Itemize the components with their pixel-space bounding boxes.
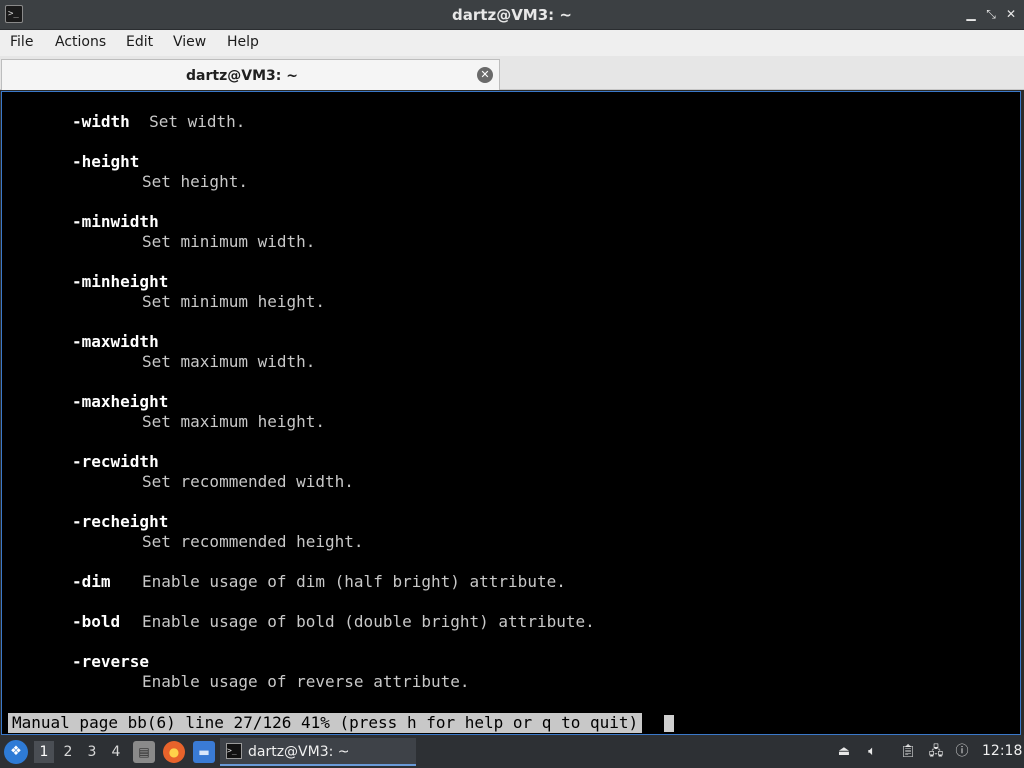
terminal-cursor [664, 715, 674, 732]
menu-view[interactable]: View [173, 34, 206, 50]
close-circle-icon[interactable]: ✕ [477, 67, 493, 83]
terminal-line: -dim [72, 572, 111, 592]
option-description: Set width. [149, 112, 246, 131]
terminal-line: -reverse [72, 652, 149, 672]
maximize-button[interactable]: ⤡ [982, 5, 1000, 23]
terminal-line: Set maximum width. [142, 352, 315, 372]
close-button[interactable]: ✕ [1002, 5, 1020, 23]
option-description: Set recommended height. [142, 532, 364, 551]
menu-help[interactable]: Help [227, 34, 259, 50]
option-description: Set recommended width. [142, 472, 354, 491]
terminal-view[interactable]: -width Set width. -height Set height. -m… [1, 91, 1021, 735]
terminal-line: -minheight [72, 272, 168, 292]
option-name: -dim [72, 572, 111, 591]
start-menu-icon[interactable]: ❖ [4, 740, 28, 764]
network-icon[interactable]: 🖧︎ [926, 742, 946, 762]
workspace-1[interactable]: 1 [34, 741, 54, 763]
menu-edit[interactable]: Edit [126, 34, 153, 50]
terminal-line: Set height. [142, 172, 248, 192]
menu-actions[interactable]: Actions [55, 34, 106, 50]
clipboard-icon[interactable]: 📋︎ [898, 742, 918, 762]
title-bar: >_ dartz@VM3: ~ ▁ ⤡ ✕ [0, 0, 1024, 30]
workspace-2[interactable]: 2 [58, 741, 78, 763]
option-name: -maxwidth [72, 332, 159, 351]
tab-terminal[interactable]: dartz@VM3: ~ ✕ [1, 59, 500, 90]
taskbar: ❖ 1 2 3 4 ▤ ● ▬ >_ dartz@VM3: ~ ⏏ 🔈︎ 📋︎ … [0, 735, 1024, 768]
terminal-line: -maxwidth [72, 332, 159, 352]
firefox-icon[interactable]: ● [163, 741, 185, 763]
terminal-line: Enable usage of bold (double bright) att… [142, 612, 595, 632]
terminal-line: -recheight [72, 512, 168, 532]
option-name: -bold [72, 612, 121, 631]
terminal-line: -recwidth [72, 452, 159, 472]
option-description: Enable usage of reverse attribute. [142, 672, 470, 691]
option-description: Set maximum width. [142, 352, 316, 371]
workspace-4[interactable]: 4 [106, 741, 126, 763]
option-name: -minheight [72, 272, 169, 291]
option-description: Enable usage of bold (double bright) att… [142, 612, 595, 631]
info-icon[interactable]: ⓘ [952, 742, 972, 762]
tab-bar: dartz@VM3: ~ ✕ [0, 56, 1024, 90]
option-description: Set maximum height. [142, 412, 326, 431]
option-name: -recwidth [72, 452, 159, 471]
terminal-line: Enable usage of dim (half bright) attrib… [142, 572, 566, 592]
option-name: -reverse [72, 652, 150, 671]
option-description: Set height. [142, 172, 248, 191]
option-name: -recheight [72, 512, 169, 531]
terminal-line: Set minimum width. [142, 232, 315, 252]
terminal-line: -minwidth [72, 212, 159, 232]
terminal-line: Set minimum height. [142, 292, 325, 312]
taskbar-window-label: dartz@VM3: ~ [248, 744, 350, 760]
minimize-button[interactable]: ▁ [962, 5, 980, 23]
terminal-line: Set recommended height. [142, 532, 364, 552]
terminal-icon: >_ [226, 743, 242, 759]
terminal-line: Enable usage of reverse attribute. [142, 672, 470, 692]
terminal-line: -bold [72, 612, 120, 632]
terminal-line: Set recommended width. [142, 472, 354, 492]
option-name: -maxheight [72, 392, 169, 411]
file-manager-icon[interactable]: ▤ [133, 741, 155, 763]
terminal-line: Set maximum height. [142, 412, 325, 432]
volume-icon[interactable]: 🔈︎ [862, 742, 882, 762]
option-description: Enable usage of dim (half bright) attrib… [142, 572, 566, 591]
upload-icon[interactable]: ⏏ [834, 742, 854, 762]
window-title: dartz@VM3: ~ [452, 6, 572, 24]
pager-status-line: Manual page bb(6) line 27/126 41% (press… [8, 713, 643, 733]
workspace-3[interactable]: 3 [82, 741, 102, 763]
terminal-line: -width Set width. [72, 112, 245, 132]
menu-file[interactable]: File [10, 34, 33, 50]
option-name: -height [72, 152, 140, 171]
option-name: -minwidth [72, 212, 159, 231]
tab-label: dartz@VM3: ~ [186, 68, 298, 84]
option-name: -width [72, 112, 130, 131]
desktop-icon[interactable]: ▬ [193, 741, 215, 763]
terminal-line: -height [72, 152, 139, 172]
option-description: Set minimum width. [142, 232, 316, 251]
clock[interactable]: 12:18 [982, 743, 1022, 759]
menu-bar: File Actions Edit View Help [0, 30, 1024, 56]
taskbar-window-terminal[interactable]: >_ dartz@VM3: ~ [220, 738, 416, 766]
terminal-line: -maxheight [72, 392, 168, 412]
option-description: Set minimum height. [142, 292, 326, 311]
